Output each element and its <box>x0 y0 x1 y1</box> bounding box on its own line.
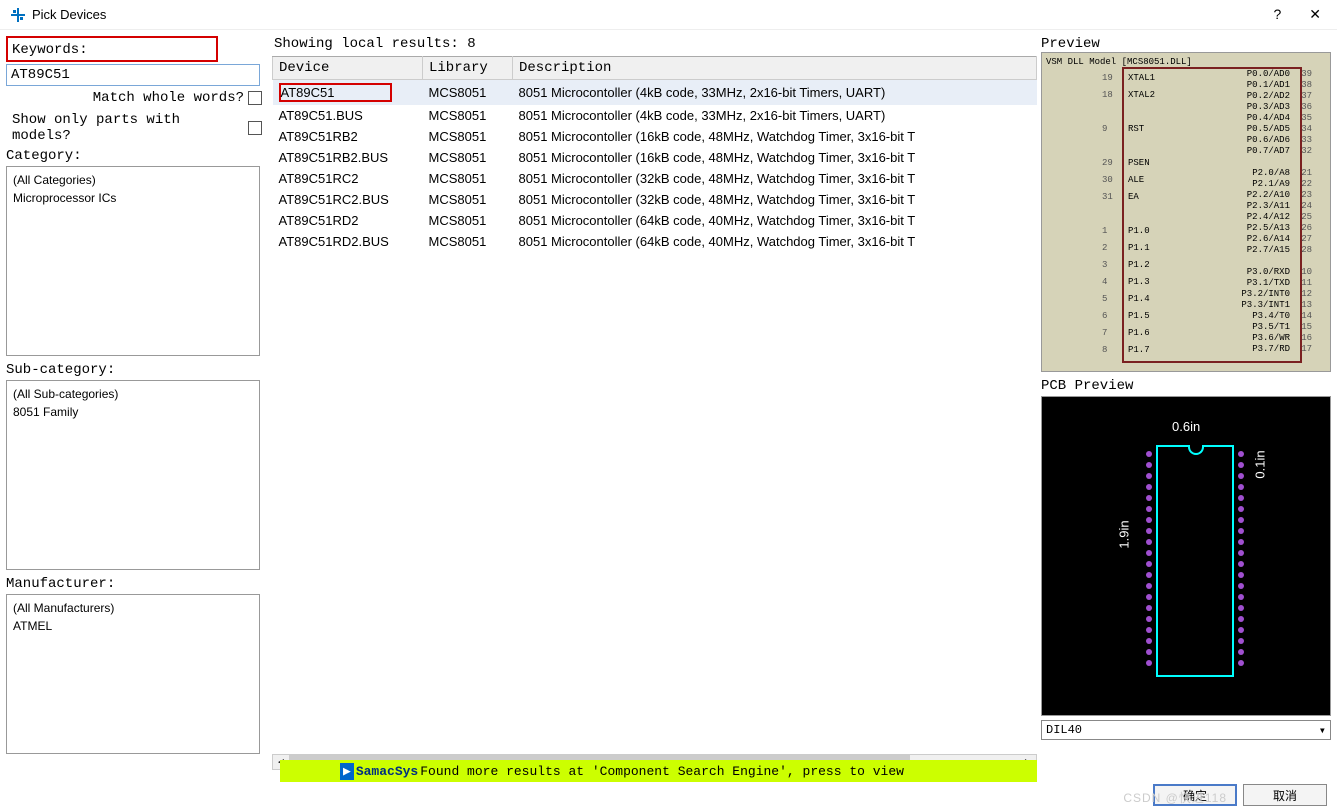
samacsys-logo-icon: ▶ <box>340 763 354 780</box>
pcb-preview: 0.6in 1.9in 0.1in <box>1041 396 1331 716</box>
window-title: Pick Devices <box>32 7 1267 22</box>
dim-height: 1.9in <box>1117 520 1132 548</box>
dim-pitch: 0.1in <box>1253 450 1268 478</box>
table-row[interactable]: AT89C51RD2MCS80518051 Microcontoller (64… <box>273 210 1037 231</box>
preview-label: Preview <box>1041 36 1331 52</box>
col-library[interactable]: Library <box>423 57 513 80</box>
list-item[interactable]: (All Manufacturers) <box>13 599 253 617</box>
table-row[interactable]: AT89C51RC2MCS80518051 Microcontoller (32… <box>273 168 1037 189</box>
manufacturer-label: Manufacturer: <box>6 576 268 592</box>
table-row[interactable]: AT89C51RB2MCS80518051 Microcontoller (16… <box>273 126 1037 147</box>
pcb-preview-label: PCB Preview <box>1041 378 1331 394</box>
samacsys-banner[interactable]: ▶ SamacSys Found more results at 'Compon… <box>280 760 1037 782</box>
list-item[interactable]: (All Categories) <box>13 171 253 189</box>
keywords-input[interactable] <box>6 64 260 86</box>
pcb-outline <box>1156 445 1234 677</box>
only-models-label: Show only parts with models? <box>12 112 244 144</box>
samacsys-name: SamacSys <box>356 764 418 779</box>
chevron-down-icon: ▾ <box>1319 723 1326 738</box>
subcategory-listbox[interactable]: (All Sub-categories)8051 Family <box>6 380 260 570</box>
list-item[interactable]: Microprocessor ICs <box>13 189 253 207</box>
match-whole-label: Match whole words? <box>93 90 244 106</box>
match-whole-checkbox[interactable] <box>248 91 262 105</box>
list-item[interactable]: (All Sub-categories) <box>13 385 253 403</box>
package-combo[interactable]: DIL40 ▾ <box>1041 720 1331 740</box>
vsm-model-text: VSM DLL Model [MCS8051.DLL] <box>1046 57 1326 67</box>
list-item[interactable]: 8051 Family <box>13 403 253 421</box>
table-row[interactable]: AT89C51RD2.BUSMCS80518051 Microcontoller… <box>273 231 1037 252</box>
keywords-label: Keywords: <box>12 42 212 58</box>
list-item[interactable]: ATMEL <box>13 617 253 635</box>
dim-width: 0.6in <box>1172 419 1200 434</box>
results-table: Device Library Description AT89C51MCS805… <box>272 56 1037 252</box>
cancel-button[interactable]: 取消 <box>1243 784 1327 806</box>
package-value: DIL40 <box>1046 723 1082 737</box>
col-description[interactable]: Description <box>513 57 1037 80</box>
manufacturer-listbox[interactable]: (All Manufacturers)ATMEL <box>6 594 260 754</box>
table-row[interactable]: AT89C51.BUSMCS80518051 Microcontoller (4… <box>273 105 1037 126</box>
samacsys-message: Found more results at 'Component Search … <box>420 764 904 779</box>
results-count: Showing local results: 8 <box>272 36 1037 56</box>
table-row[interactable]: AT89C51RB2.BUSMCS80518051 Microcontoller… <box>273 147 1037 168</box>
only-models-checkbox[interactable] <box>248 121 262 135</box>
table-row[interactable]: AT89C51RC2.BUSMCS80518051 Microcontoller… <box>273 189 1037 210</box>
app-icon <box>10 7 26 23</box>
help-button[interactable]: ? <box>1267 6 1287 23</box>
category-listbox[interactable]: (All Categories)Microprocessor ICs <box>6 166 260 356</box>
watermark: CSDN @快进118 <box>1123 789 1227 806</box>
schematic-preview: VSM DLL Model [MCS8051.DLL] 19XTAL118XTA… <box>1041 52 1331 372</box>
preview-panel: Preview VSM DLL Model [MCS8051.DLL] 19XT… <box>1037 30 1337 770</box>
results-panel: Showing local results: 8 Device Library … <box>272 30 1037 770</box>
col-device[interactable]: Device <box>273 57 423 80</box>
left-panel: Keywords: Match whole words? Show only p… <box>0 30 272 770</box>
close-button[interactable]: ✕ <box>1303 6 1327 23</box>
titlebar: Pick Devices ? ✕ <box>0 0 1337 30</box>
category-label: Category: <box>6 148 268 164</box>
table-row[interactable]: AT89C51MCS80518051 Microcontoller (4kB c… <box>273 80 1037 106</box>
subcategory-label: Sub-category: <box>6 362 268 378</box>
